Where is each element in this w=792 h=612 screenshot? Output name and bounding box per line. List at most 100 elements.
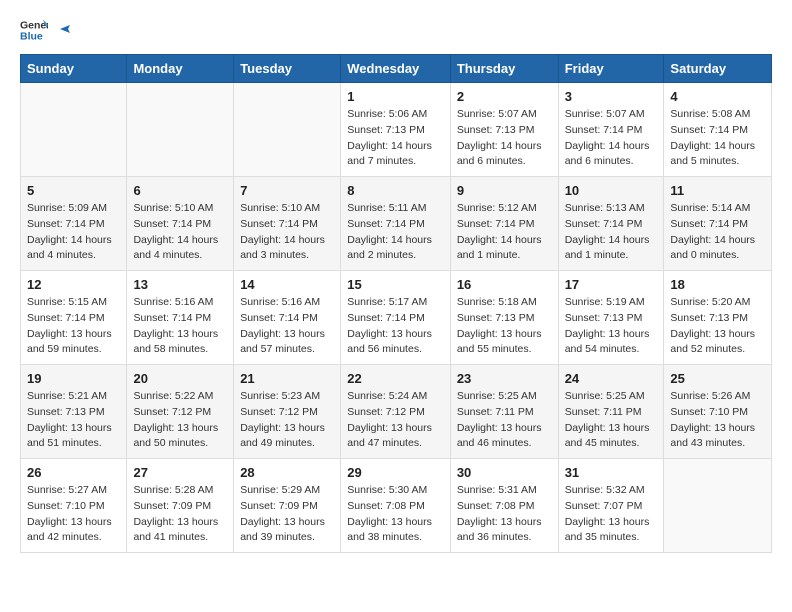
day-info: Sunrise: 5:28 AM Sunset: 7:09 PM Dayligh… [133, 483, 227, 546]
calendar-cell: 4 Sunrise: 5:08 AM Sunset: 7:14 PM Daylig… [664, 83, 772, 177]
day-number: 9 [457, 183, 552, 198]
day-info: Sunrise: 5:31 AM Sunset: 7:08 PM Dayligh… [457, 483, 552, 546]
calendar-cell [664, 459, 772, 553]
day-number: 7 [240, 183, 334, 198]
calendar-cell: 2Sunrise: 5:07 AM Sunset: 7:13 PM Daylig… [450, 83, 558, 177]
calendar-cell: 26 Sunrise: 5:27 AM Sunset: 7:10 PM Dayli… [21, 459, 127, 553]
calendar-cell: 31 Sunrise: 5:32 AM Sunset: 7:07 PM Dayli… [558, 459, 664, 553]
day-number: 8 [347, 183, 444, 198]
day-number: 25 [670, 371, 765, 386]
calendar-cell [21, 83, 127, 177]
calendar-cell: 30 Sunrise: 5:31 AM Sunset: 7:08 PM Dayli… [450, 459, 558, 553]
calendar-cell: 29 Sunrise: 5:30 AM Sunset: 7:08 PM Dayli… [341, 459, 451, 553]
day-number: 22 [347, 371, 444, 386]
day-info: Sunrise: 5:25 AM Sunset: 7:11 PM Dayligh… [457, 389, 552, 452]
day-number: 20 [133, 371, 227, 386]
day-number: 31 [565, 465, 658, 480]
day-number: 16 [457, 277, 552, 292]
day-info: Sunrise: 5:23 AM Sunset: 7:12 PM Dayligh… [240, 389, 334, 452]
calendar-cell: 1Sunrise: 5:06 AM Sunset: 7:13 PM Daylig… [341, 83, 451, 177]
day-number: 30 [457, 465, 552, 480]
day-info: Sunrise: 5:09 AM Sunset: 7:14 PM Dayligh… [27, 201, 120, 264]
calendar-cell: 16 Sunrise: 5:18 AM Sunset: 7:13 PM Dayli… [450, 271, 558, 365]
day-info: Sunrise: 5:20 AM Sunset: 7:13 PM Dayligh… [670, 295, 765, 358]
day-info: Sunrise: 5:15 AM Sunset: 7:14 PM Dayligh… [27, 295, 120, 358]
day-number: 5 [27, 183, 120, 198]
day-number: 21 [240, 371, 334, 386]
day-number: 15 [347, 277, 444, 292]
calendar-cell: 6 Sunrise: 5:10 AM Sunset: 7:14 PM Daylig… [127, 177, 234, 271]
calendar-cell: 28 Sunrise: 5:29 AM Sunset: 7:09 PM Dayli… [234, 459, 341, 553]
day-info: Sunrise: 5:24 AM Sunset: 7:12 PM Dayligh… [347, 389, 444, 452]
day-info: Sunrise: 5:11 AM Sunset: 7:14 PM Dayligh… [347, 201, 444, 264]
day-info: Sunrise: 5:14 AM Sunset: 7:14 PM Dayligh… [670, 201, 765, 264]
day-number: 24 [565, 371, 658, 386]
calendar-cell: 18 Sunrise: 5:20 AM Sunset: 7:13 PM Dayli… [664, 271, 772, 365]
day-number: 1 [347, 89, 444, 104]
calendar-cell: 15Sunrise: 5:17 AM Sunset: 7:14 PM Dayli… [341, 271, 451, 365]
day-number: 4 [670, 89, 765, 104]
calendar-cell: 27 Sunrise: 5:28 AM Sunset: 7:09 PM Dayli… [127, 459, 234, 553]
calendar-cell: 20 Sunrise: 5:22 AM Sunset: 7:12 PM Dayli… [127, 365, 234, 459]
calendar-week-row: 12 Sunrise: 5:15 AM Sunset: 7:14 PM Dayli… [21, 271, 772, 365]
day-info: Sunrise: 5:10 AM Sunset: 7:14 PM Dayligh… [133, 201, 227, 264]
day-number: 12 [27, 277, 120, 292]
header-cell-sunday: Sunday [21, 55, 127, 83]
header-cell-friday: Friday [558, 55, 664, 83]
calendar-cell: 10Sunrise: 5:13 AM Sunset: 7:14 PM Dayli… [558, 177, 664, 271]
calendar-cell: 5 Sunrise: 5:09 AM Sunset: 7:14 PM Daylig… [21, 177, 127, 271]
day-number: 23 [457, 371, 552, 386]
calendar-week-row: 26 Sunrise: 5:27 AM Sunset: 7:10 PM Dayli… [21, 459, 772, 553]
day-info: Sunrise: 5:16 AM Sunset: 7:14 PM Dayligh… [133, 295, 227, 358]
header-cell-thursday: Thursday [450, 55, 558, 83]
calendar-cell: 11 Sunrise: 5:14 AM Sunset: 7:14 PM Dayli… [664, 177, 772, 271]
calendar-cell: 25 Sunrise: 5:26 AM Sunset: 7:10 PM Dayli… [664, 365, 772, 459]
day-info: Sunrise: 5:18 AM Sunset: 7:13 PM Dayligh… [457, 295, 552, 358]
calendar-cell: 3 Sunrise: 5:07 AM Sunset: 7:14 PM Daylig… [558, 83, 664, 177]
calendar-cell: 22 Sunrise: 5:24 AM Sunset: 7:12 PM Dayli… [341, 365, 451, 459]
calendar-cell [127, 83, 234, 177]
header-cell-monday: Monday [127, 55, 234, 83]
day-number: 3 [565, 89, 658, 104]
calendar-cell: 13 Sunrise: 5:16 AM Sunset: 7:14 PM Dayli… [127, 271, 234, 365]
day-number: 28 [240, 465, 334, 480]
calendar-cell: 7Sunrise: 5:10 AM Sunset: 7:14 PM Daylig… [234, 177, 341, 271]
day-info: Sunrise: 5:08 AM Sunset: 7:14 PM Dayligh… [670, 107, 765, 170]
day-number: 27 [133, 465, 227, 480]
header-cell-wednesday: Wednesday [341, 55, 451, 83]
day-info: Sunrise: 5:07 AM Sunset: 7:14 PM Dayligh… [565, 107, 658, 170]
day-info: Sunrise: 5:19 AM Sunset: 7:13 PM Dayligh… [565, 295, 658, 358]
day-number: 26 [27, 465, 120, 480]
svg-text:Blue: Blue [20, 31, 43, 43]
calendar-cell: 19Sunrise: 5:21 AM Sunset: 7:13 PM Dayli… [21, 365, 127, 459]
calendar-cell: 12 Sunrise: 5:15 AM Sunset: 7:14 PM Dayli… [21, 271, 127, 365]
day-info: Sunrise: 5:30 AM Sunset: 7:08 PM Dayligh… [347, 483, 444, 546]
header-cell-tuesday: Tuesday [234, 55, 341, 83]
calendar-header-row: SundayMondayTuesdayWednesdayThursdayFrid… [21, 55, 772, 83]
calendar-cell: 24 Sunrise: 5:25 AM Sunset: 7:11 PM Dayli… [558, 365, 664, 459]
logo: General Blue [20, 16, 74, 44]
day-info: Sunrise: 5:22 AM Sunset: 7:12 PM Dayligh… [133, 389, 227, 452]
day-info: Sunrise: 5:16 AM Sunset: 7:14 PM Dayligh… [240, 295, 334, 358]
calendar-cell: 21 Sunrise: 5:23 AM Sunset: 7:12 PM Dayli… [234, 365, 341, 459]
day-info: Sunrise: 5:27 AM Sunset: 7:10 PM Dayligh… [27, 483, 120, 546]
day-number: 29 [347, 465, 444, 480]
day-info: Sunrise: 5:21 AM Sunset: 7:13 PM Dayligh… [27, 389, 120, 452]
calendar-week-row: 1Sunrise: 5:06 AM Sunset: 7:13 PM Daylig… [21, 83, 772, 177]
calendar-cell [234, 83, 341, 177]
day-info: Sunrise: 5:25 AM Sunset: 7:11 PM Dayligh… [565, 389, 658, 452]
day-number: 6 [133, 183, 227, 198]
day-number: 11 [670, 183, 765, 198]
day-info: Sunrise: 5:32 AM Sunset: 7:07 PM Dayligh… [565, 483, 658, 546]
day-number: 10 [565, 183, 658, 198]
day-number: 18 [670, 277, 765, 292]
calendar-week-row: 5 Sunrise: 5:09 AM Sunset: 7:14 PM Daylig… [21, 177, 772, 271]
calendar-cell: 17 Sunrise: 5:19 AM Sunset: 7:13 PM Dayli… [558, 271, 664, 365]
day-info: Sunrise: 5:26 AM Sunset: 7:10 PM Dayligh… [670, 389, 765, 452]
calendar-cell: 8 Sunrise: 5:11 AM Sunset: 7:14 PM Daylig… [341, 177, 451, 271]
day-info: Sunrise: 5:29 AM Sunset: 7:09 PM Dayligh… [240, 483, 334, 546]
day-number: 14 [240, 277, 334, 292]
day-number: 13 [133, 277, 227, 292]
day-number: 17 [565, 277, 658, 292]
calendar-cell: 14 Sunrise: 5:16 AM Sunset: 7:14 PM Dayli… [234, 271, 341, 365]
